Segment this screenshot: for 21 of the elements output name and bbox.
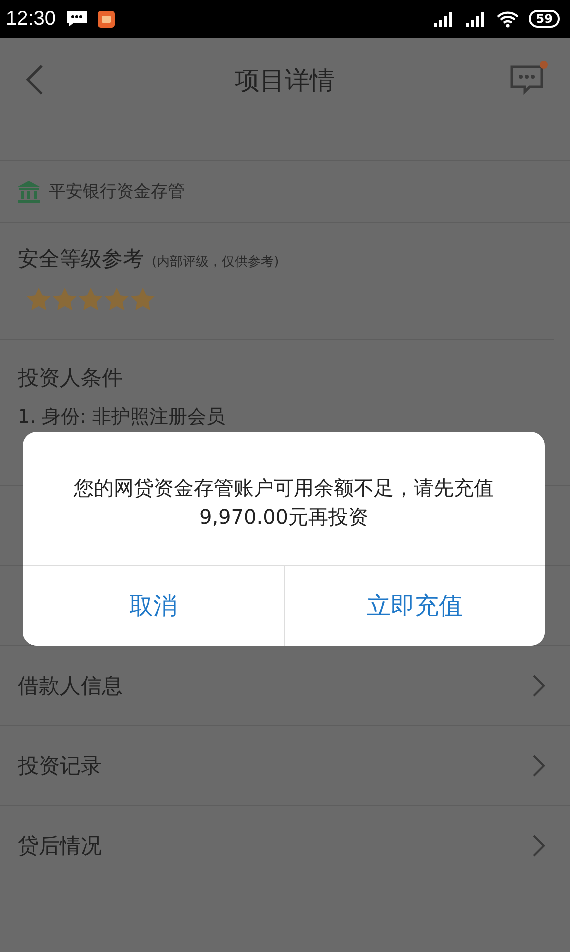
dialog-message: 您的网贷资金存管账户可用余额不足，请先充值9,970.00元再投资 — [73, 475, 495, 531]
wifi-icon — [497, 10, 520, 28]
chevron-icon — [532, 834, 546, 858]
back-icon[interactable] — [26, 65, 44, 95]
custody-label: 平安银行资金存管 — [49, 181, 185, 203]
bank-icon — [18, 180, 40, 202]
chevron-icon — [532, 674, 546, 698]
chevron-icon — [532, 754, 546, 778]
app-icon — [98, 10, 116, 28]
message-icon — [66, 10, 88, 28]
page-title: 项目详情 — [235, 64, 335, 96]
section-title: 投资人条件 — [18, 365, 123, 392]
menu-row[interactable]: 贷后情况 — [0, 805, 570, 885]
rating-note: (内部评级，仅供参考) — [152, 254, 280, 271]
status-time: 12:30 — [6, 8, 56, 30]
menu-row[interactable]: 投资记录 — [0, 725, 570, 805]
dialog-button[interactable]: 立即充值 — [284, 566, 545, 646]
condition-text: 1. 身份: 非护照注册会员 — [18, 405, 226, 430]
battery-indicator: 59 — [529, 10, 560, 28]
chat-icon[interactable] — [510, 65, 544, 95]
rating-title: 安全等级参考 — [18, 246, 144, 273]
